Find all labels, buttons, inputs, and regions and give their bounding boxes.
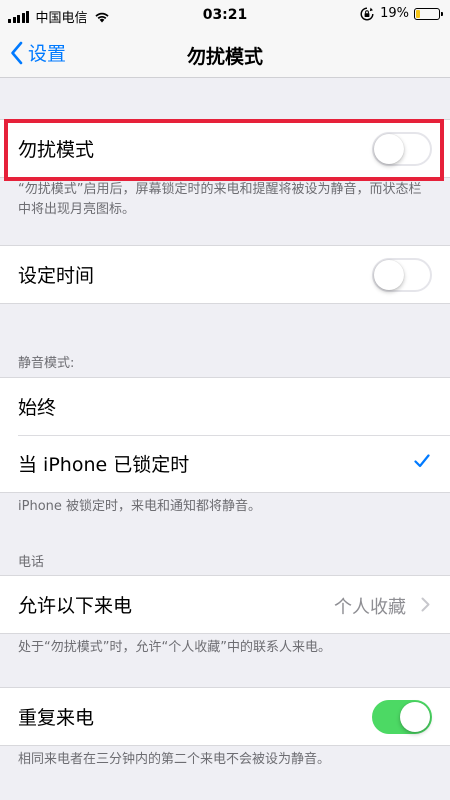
repeated-calls-toggle[interactable] xyxy=(372,700,432,734)
phone-group: 允许以下来电 个人收藏 xyxy=(0,575,450,634)
silence-header: 静音模式: xyxy=(18,356,75,371)
repeated-group: 重复来电 xyxy=(0,687,450,746)
silence-option-always[interactable]: 始终 xyxy=(0,378,450,435)
chevron-right-icon xyxy=(421,597,430,612)
repeated-footer: 相同来电者在三分钟内的第二个来电不会被设为静音。 xyxy=(18,752,331,767)
toggle-knob xyxy=(400,702,430,732)
status-bar: 中国电信 03:21 19% xyxy=(0,0,450,30)
schedule-group: 设定时间 xyxy=(0,245,450,304)
toggle-knob xyxy=(374,134,404,164)
status-right: 19% xyxy=(360,6,443,21)
phone-footer: 处于“勿扰模式”时，允许“个人收藏”中的联系人来电。 xyxy=(18,640,331,655)
schedule-label: 设定时间 xyxy=(18,265,95,287)
silence-footer: iPhone 被锁定时，来电和通知都将静音。 xyxy=(18,499,262,514)
schedule-toggle[interactable] xyxy=(372,258,432,292)
repeated-calls-cell: 重复来电 xyxy=(0,688,450,745)
dnd-group: 勿扰模式 xyxy=(0,119,450,178)
phone-header: 电话 xyxy=(18,555,45,570)
battery-percent: 19% xyxy=(380,6,409,21)
rotation-lock-icon xyxy=(360,7,374,20)
toggle-knob xyxy=(374,260,404,290)
page-title: 勿扰模式 xyxy=(186,46,263,68)
allow-calls-cell[interactable]: 允许以下来电 个人收藏 xyxy=(0,576,450,633)
silence-option-label: 始终 xyxy=(18,397,57,419)
navigation-bar: 设置 勿扰模式 xyxy=(0,30,450,78)
battery-nub xyxy=(440,11,443,16)
silence-option-locked[interactable]: 当 iPhone 已锁定时 xyxy=(0,435,450,492)
repeated-calls-label: 重复来电 xyxy=(18,707,95,729)
allow-calls-label: 允许以下来电 xyxy=(18,595,133,617)
dnd-cell: 勿扰模式 xyxy=(0,120,450,177)
allow-calls-value: 个人收藏 xyxy=(334,597,406,618)
battery-icon xyxy=(414,7,443,20)
schedule-cell[interactable]: 设定时间 xyxy=(0,246,450,303)
battery-fill xyxy=(416,9,420,18)
silence-option-label: 当 iPhone 已锁定时 xyxy=(18,454,190,476)
dnd-label: 勿扰模式 xyxy=(18,139,95,161)
dnd-footer: “勿扰模式”启用后，屏幕锁定时的来电和提醒将被设为静音，而状态栏中将出现月亮图标… xyxy=(18,182,422,217)
checkmark-icon xyxy=(414,454,430,468)
silence-group: 始终 当 iPhone 已锁定时 xyxy=(0,377,450,493)
dnd-toggle[interactable] xyxy=(372,132,432,166)
